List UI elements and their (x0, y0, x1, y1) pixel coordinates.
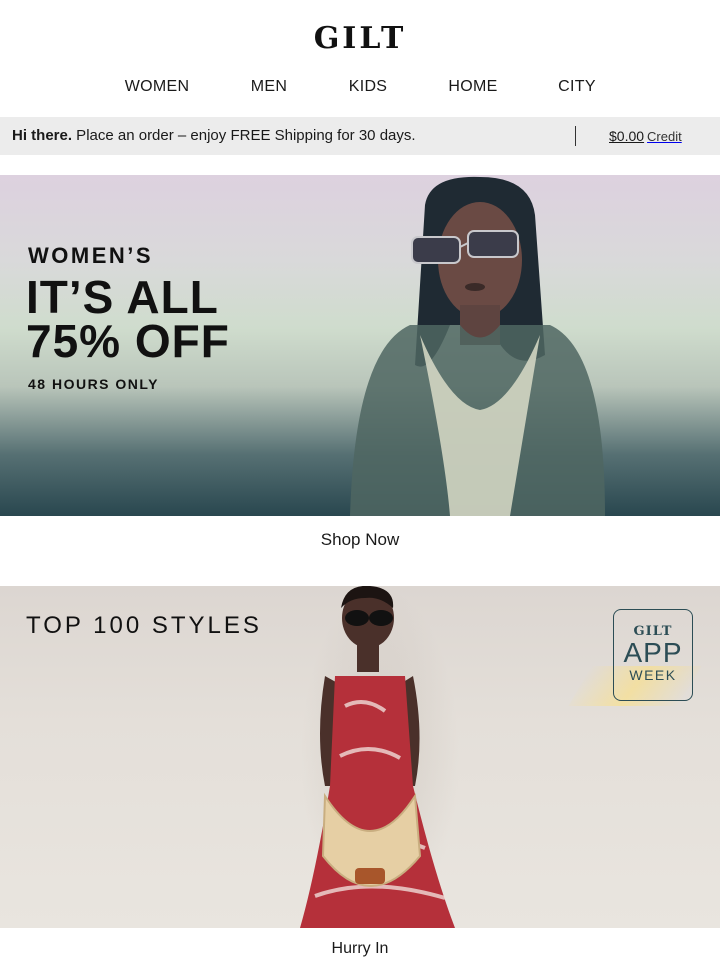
badge-line2: WEEK (629, 667, 677, 683)
hero1-headline: IT’S ALL 75% OFF (26, 271, 230, 367)
hero1-note: 48 HOURS ONLY (28, 376, 160, 392)
promo-text: Place an order – enjoy FREE Shipping for… (72, 127, 416, 144)
promo-divider (575, 126, 576, 146)
promo-greeting: Hi there. (12, 127, 73, 144)
hurry-in-link[interactable]: Hurry In (0, 940, 720, 958)
nav-item-home[interactable]: HOME (448, 78, 497, 96)
model-image (300, 586, 455, 928)
model-image (350, 176, 605, 516)
nav-item-kids[interactable]: KIDS (349, 78, 388, 96)
hero1-subtitle: WOMEN’S (28, 243, 154, 268)
credit-label: Credit (647, 129, 682, 144)
gilt-logo[interactable]: GILT (314, 15, 407, 56)
shop-now-link[interactable]: Shop Now (0, 530, 720, 550)
app-week-badge: GILT APP WEEK (613, 609, 693, 701)
hero-banner-women[interactable]: WOMEN’S IT’S ALL 75% OFF 48 HOURS ONLY (0, 175, 720, 516)
credit-link[interactable]: $0.00 Credit (609, 128, 682, 144)
credit-amount: $0.00 (609, 128, 645, 144)
promo-bar: Hi there. Place an order – enjoy FREE Sh… (0, 117, 720, 155)
badge-line1: APP (623, 637, 683, 668)
category-nav: WOMEN MEN KIDS HOME CITY (0, 70, 720, 116)
header: GILT (0, 0, 720, 70)
nav-item-city[interactable]: CITY (558, 78, 596, 96)
nav-item-women[interactable]: WOMEN (125, 78, 190, 96)
nav-item-men[interactable]: MEN (251, 78, 287, 96)
hero-banner-top-styles[interactable]: TOP 100 STYLES GILT APP WEEK (0, 586, 720, 928)
hero2-title: TOP 100 STYLES (26, 612, 262, 639)
promo-message: Hi there. Place an order – enjoy FREE Sh… (12, 127, 416, 144)
